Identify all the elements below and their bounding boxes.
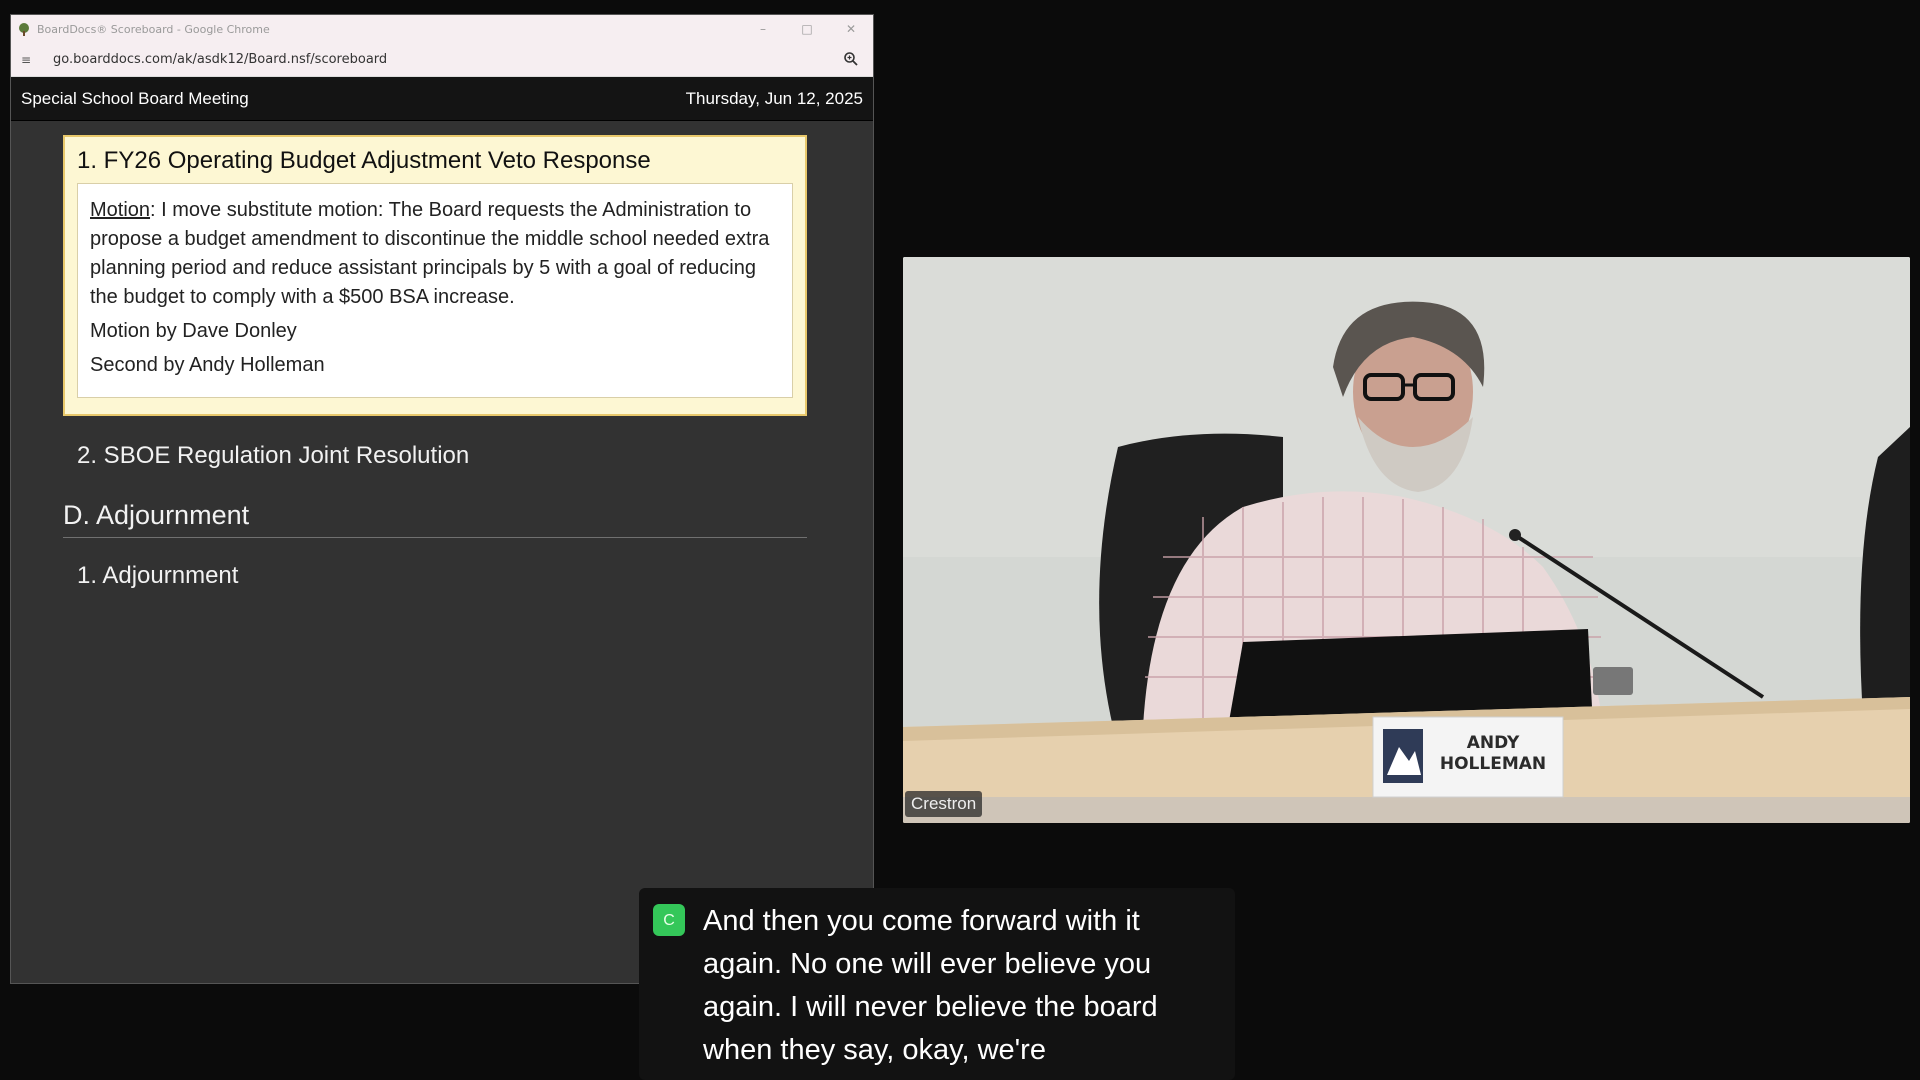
address-bar[interactable]: ≡ go.boarddocs.com/ak/asdk12/Board.nsf/s… [11, 43, 873, 77]
agenda-item-sboe: 2. SBOE Regulation Joint Resolution [77, 442, 470, 469]
active-agenda-item: 1. FY26 Operating Budget Adjustment Veto… [63, 135, 807, 416]
boarddocs-logo-icon [19, 23, 29, 36]
live-caption: C And then you come forward with it agai… [639, 888, 1235, 1080]
nameplate-last-name: HOLLEMAN [1439, 754, 1547, 774]
motion-label: Motion [90, 199, 151, 221]
motion-by: Motion by Dave Donley [90, 320, 297, 342]
motion-box: Motion: I move substitute motion: The Bo… [77, 183, 793, 398]
video-feed: ANDY HOLLEMAN [903, 257, 1910, 823]
video-frame-illustration [903, 257, 1910, 823]
minimize-icon[interactable]: – [741, 15, 785, 43]
active-item-title: 1. FY26 Operating Budget Adjustment Veto… [77, 147, 651, 174]
motion-paragraph: Motion: I move substitute motion: The Bo… [90, 196, 780, 312]
caption-text: And then you come forward with it again.… [703, 905, 1158, 1066]
zoom-icon[interactable] [843, 51, 859, 67]
site-settings-icon[interactable]: ≡ [21, 53, 39, 67]
meeting-date: Thursday, Jun 12, 2025 [685, 88, 863, 108]
caption-badge-icon: C [653, 904, 685, 936]
meeting-title: Special School Board Meeting [21, 88, 249, 108]
second-by: Second by Andy Holleman [90, 354, 325, 376]
title-bar: BoardDocs® Scoreboard - Google Chrome – … [11, 15, 873, 43]
video-source-label: Crestron [905, 791, 983, 817]
agenda-content: 1. FY26 Operating Budget Adjustment Veto… [11, 121, 873, 590]
close-icon[interactable]: ✕ [829, 15, 873, 43]
window-title: BoardDocs® Scoreboard - Google Chrome [37, 22, 270, 36]
motion-text: : I move substitute motion: The Board re… [90, 199, 770, 308]
browser-window: BoardDocs® Scoreboard - Google Chrome – … [10, 14, 874, 984]
nameplate-first-name: ANDY [1466, 733, 1520, 753]
nameplate: ANDY HOLLEMAN [1433, 733, 1553, 775]
section-adjournment: D. Adjournment [63, 500, 807, 538]
maximize-icon[interactable]: □ [785, 15, 829, 43]
url-text[interactable]: go.boarddocs.com/ak/asdk12/Board.nsf/sco… [53, 52, 387, 67]
agenda-item-adjournment: 1. Adjournment [77, 562, 239, 589]
scoreboard-header: Special School Board Meeting Thursday, J… [11, 77, 873, 121]
